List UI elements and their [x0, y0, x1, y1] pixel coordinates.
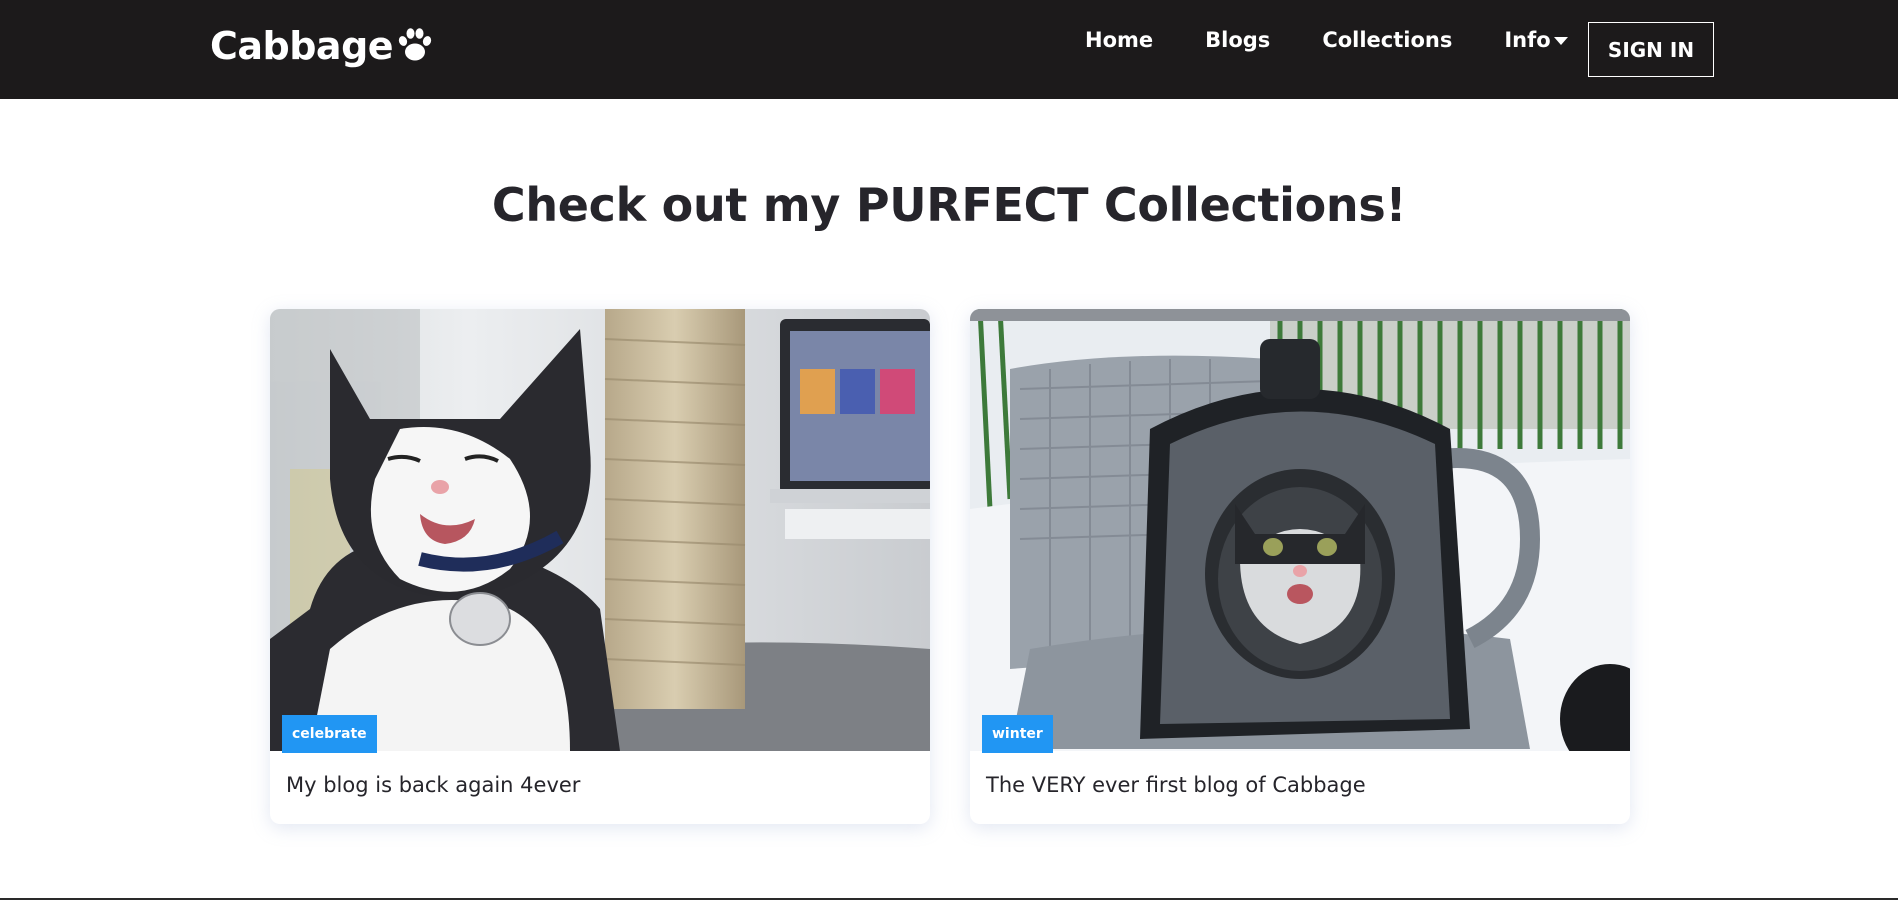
collection-card[interactable]: winter The VERY ever first blog of Cabba…	[970, 309, 1630, 824]
brand-logo[interactable]: Cabbage	[210, 24, 435, 68]
cat-with-scratching-post-photo[interactable]	[270, 309, 930, 751]
sign-in-button[interactable]: SIGN IN	[1588, 22, 1714, 77]
paw-icon	[398, 28, 432, 61]
card-tag[interactable]: winter	[982, 715, 1053, 753]
brand-name: Cabbage	[210, 24, 394, 68]
card-title[interactable]: My blog is back again 4ever	[286, 773, 580, 797]
navbar: Cabbage Home Blogs Collections Info SIGN…	[0, 0, 1898, 99]
nav-blogs[interactable]: Blogs	[1205, 28, 1270, 52]
main-nav: Home Blogs Collections Info	[1085, 28, 1568, 52]
nav-home[interactable]: Home	[1085, 28, 1153, 52]
collection-card[interactable]: celebrate My blog is back again 4ever	[270, 309, 930, 824]
nav-collections[interactable]: Collections	[1322, 28, 1452, 52]
card-title[interactable]: The VERY ever first blog of Cabbage	[986, 773, 1366, 797]
card-tag[interactable]: celebrate	[282, 715, 377, 753]
cat-in-carrier-snow-photo[interactable]	[970, 309, 1630, 751]
nav-info-label: Info	[1504, 28, 1551, 52]
page-heading: Check out my PURFECT Collections!	[491, 178, 1407, 232]
caret-down-icon	[1553, 37, 1568, 45]
nav-info-dropdown[interactable]: Info	[1504, 28, 1568, 52]
